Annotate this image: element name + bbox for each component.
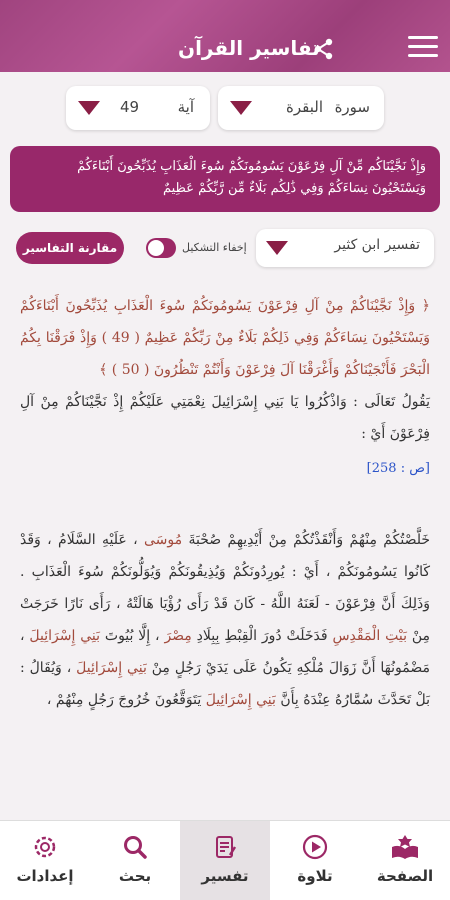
- ayah-selector[interactable]: 49 آية: [66, 86, 210, 130]
- surah-label: سورة: [334, 98, 370, 116]
- nav-settings[interactable]: إعدادات: [0, 821, 90, 900]
- bottom-navigation: إعدادات بحث تفسير تلاوة الصفحة: [0, 820, 450, 900]
- hide-diacritics-toggle[interactable]: [146, 238, 176, 258]
- ayah-label: آية: [177, 98, 194, 116]
- tafsir-name: تفسير ابن كثير: [334, 237, 420, 253]
- surah-selector[interactable]: البقرة سورة: [218, 86, 384, 130]
- nav-search-label: بحث: [118, 867, 152, 885]
- nav-tafsir[interactable]: تفسير: [180, 821, 270, 900]
- app-header: تفاسير القرآن: [0, 0, 450, 72]
- tafsir-selector[interactable]: تفسير ابن كثير: [256, 229, 434, 267]
- verse-selectors: 49 آية البقرة سورة: [0, 86, 450, 132]
- nav-recitation-label: تلاوة: [297, 867, 333, 885]
- play-icon: [299, 831, 331, 863]
- highlighted-term[interactable]: مِصْرَ: [164, 628, 191, 644]
- highlighted-term[interactable]: بَنِي إِسْرَائِيلَ: [29, 628, 100, 644]
- verse-text-box: وَإِذْ نَجَّيْنَاكُم مِّنْ آلِ فِرْعَوْن…: [10, 146, 440, 212]
- dropdown-arrow-icon: [266, 241, 288, 255]
- nav-page-label: الصفحة: [376, 867, 434, 885]
- nav-search[interactable]: بحث: [90, 821, 180, 900]
- hamburger-icon: [408, 36, 438, 39]
- quran-verses-text: ﴿ وَإِذْ نَجَّيْنَاكُمْ مِنْ آلِ فِرْعَو…: [20, 298, 431, 378]
- tafsir-content: ﴿ وَإِذْ نَجَّيْنَاكُمْ مِنْ آلِ فِرْعَو…: [0, 290, 450, 812]
- tafsir-body-text: خَلَّصْتُكُمْ مِنْهُمْ وَأَنْقَذْتُكُمْ …: [20, 532, 431, 708]
- quran-book-icon: [389, 831, 421, 863]
- menu-button[interactable]: [408, 36, 438, 58]
- page-reference-link[interactable]: [ص : 258]: [20, 454, 430, 484]
- page-title: تفاسير القرآن: [178, 36, 320, 60]
- hide-diacritics-label: إخفاء التشكيل: [182, 241, 247, 254]
- nav-tafsir-label: تفسير: [201, 867, 249, 885]
- dropdown-arrow-icon: [230, 101, 252, 115]
- nav-page[interactable]: الصفحة: [360, 821, 450, 900]
- compare-tafsirs-button[interactable]: مقارنة التفاسير: [16, 232, 124, 264]
- dropdown-arrow-icon: [78, 101, 100, 115]
- highlighted-term[interactable]: بَيْتِ الْمَقْدِسِ: [332, 628, 407, 644]
- search-icon: [119, 831, 151, 863]
- tafsir-intro-text: يَقُولُ تَعَالَى : وَاذْكُرُوا يَا بَنِي…: [20, 394, 430, 442]
- surah-value: البقرة: [286, 98, 323, 116]
- gear-icon: [29, 831, 61, 863]
- nav-recitation[interactable]: تلاوة: [270, 821, 360, 900]
- hide-diacritics-control: إخفاء التشكيل: [142, 232, 252, 266]
- ayah-value: 49: [120, 98, 140, 116]
- highlighted-term[interactable]: بَنِي إِسْرَائِيلَ: [76, 660, 147, 676]
- highlighted-term[interactable]: مُوسَى: [144, 532, 182, 548]
- highlighted-term[interactable]: بَنِي إِسْرَائِيلَ: [206, 692, 276, 708]
- tafsir-notes-icon: [209, 831, 241, 863]
- nav-settings-label: إعدادات: [16, 867, 74, 885]
